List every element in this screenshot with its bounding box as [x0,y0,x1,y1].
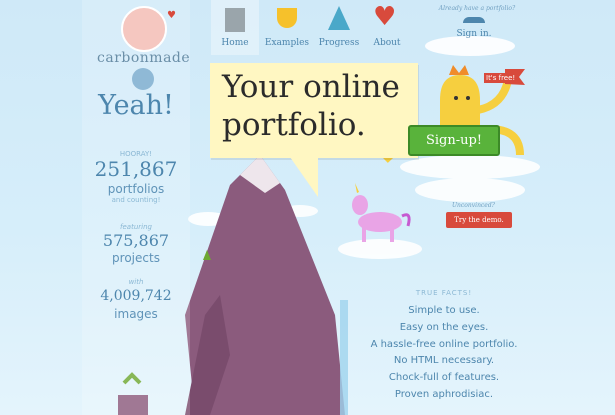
signin-link[interactable]: Sign in. [454,29,494,45]
stat-images-value: 4,009,742 [100,288,172,304]
stat-images-unit: images [114,307,158,321]
try-demo-button[interactable]: Try the demo. [446,212,512,228]
nav-home-label: Home [221,38,249,48]
mascot-logo[interactable] [121,6,167,52]
stat-portfolios-value: 251,867 [94,157,178,181]
mountain-icon [328,6,350,30]
headline-line-2: portfolio. [222,107,366,143]
fact-item: Easy on the eyes. [399,321,489,333]
fact-item: A hassle-free online portfolio. [370,338,518,350]
heart-icon: ♥ [373,2,397,32]
fact-item: Chock-full of features. [388,372,500,384]
fact-item: Simple to use. [408,305,480,316]
fact-item: No HTML necessary. [393,355,495,367]
headline: Your online portfolio. [222,68,412,144]
facts-list: TRUE FACTS! Simple to use. Easy on the e… [354,289,534,404]
nav-progress[interactable]: Progress [315,0,363,55]
free-flag: It's free! [484,73,518,83]
nav-examples-label: Examples [264,38,310,48]
demo-prompt: Unconvinced? [452,202,495,209]
nav-examples[interactable]: Examples [263,0,311,55]
bubble-tail [290,157,318,197]
greeting-heading: Yeah! [98,90,174,121]
nav-about[interactable]: ♥ About [363,0,411,55]
castle-icon [225,8,245,32]
facts-header: TRUE FACTS! [415,289,473,297]
stat-projects-prefix: featuring [120,223,152,231]
nav-progress-label: Progress [318,38,360,48]
heart-icon: ♥ [167,10,176,21]
signin-prompt: Already have a portfolio? [438,5,516,12]
mustache-icon [463,17,485,23]
stat-projects-value: 575,867 [102,231,170,250]
cloud-icon [132,68,154,90]
unicorn-illustration [352,183,411,242]
headline-line-1: Your online [222,69,400,105]
stat-portfolios-unit: portfolios [107,182,165,196]
stat-portfolios-note: and counting! [111,196,161,204]
signup-button[interactable]: Sign-up! [408,125,500,156]
brand-name[interactable]: carbonmade [97,50,190,66]
stat-images-prefix: with [128,278,144,286]
nav-home[interactable]: Home [211,0,259,55]
trophy-icon [277,8,297,28]
stat-projects-unit: projects [112,251,160,265]
nav-about-label: About [373,38,401,48]
fact-item: Proven aphrodisiac. [394,388,494,400]
